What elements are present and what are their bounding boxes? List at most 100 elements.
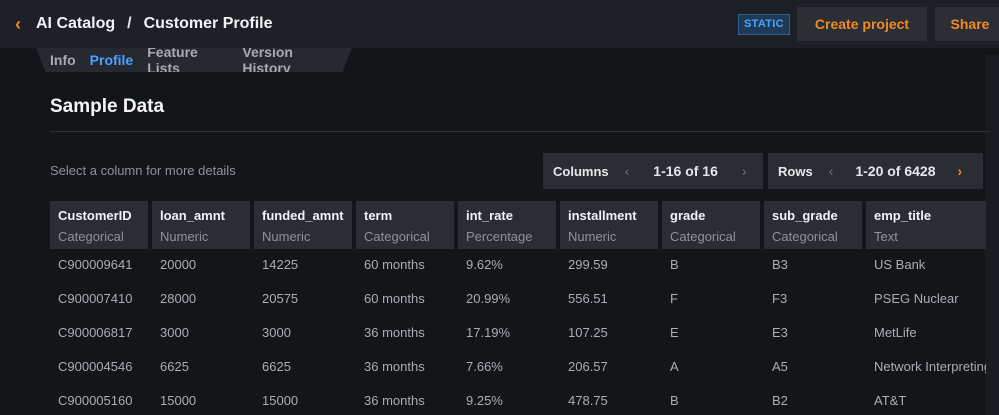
tab-profile[interactable]: Profile <box>90 52 134 68</box>
table-cell: 20575 <box>262 290 299 306</box>
column-name: sub_grade <box>772 208 838 223</box>
column-name: emp_title <box>874 208 932 223</box>
breadcrumb-current: Customer Profile <box>143 15 273 32</box>
table-cell: 7.66% <box>466 358 503 374</box>
table-cell: 36 months <box>364 358 425 374</box>
share-button[interactable]: Share <box>935 7 999 41</box>
breadcrumb: AI Catalog / Customer Profile <box>36 15 273 33</box>
top-bar: ‹ AI Catalog / Customer Profile STATIC C… <box>0 0 999 48</box>
table-cell: E <box>670 324 679 340</box>
table-cell: PSEG Nuclear <box>874 290 959 306</box>
rows-range: 1-20 of 6428 <box>855 163 936 179</box>
page-scrollbar[interactable] <box>985 55 999 415</box>
column-header[interactable]: int_rate Percentage <box>458 201 556 249</box>
breadcrumb-ai-catalog[interactable]: AI Catalog <box>36 15 115 33</box>
create-project-button[interactable]: Create project <box>797 7 927 41</box>
table-cell: B <box>670 392 679 408</box>
column-name: installment <box>568 208 637 223</box>
table-cell: 60 months <box>364 256 425 272</box>
table-cell: A5 <box>772 358 788 374</box>
table-cell: 478.75 <box>568 392 608 408</box>
table-cell: C900007410 <box>58 290 133 306</box>
columns-next-icon[interactable]: › <box>742 163 747 179</box>
table-body: C900009641 20000 14225 60 months 9.62% 299.59… <box>50 247 986 415</box>
table-cell: 17.19% <box>466 324 511 340</box>
column-header[interactable]: emp_title Text <box>866 201 986 249</box>
column-type: Numeric <box>262 229 311 244</box>
column-header[interactable]: CustomerID Categorical <box>50 201 148 249</box>
tab-version-history[interactable]: Version History <box>242 48 338 72</box>
sample-data-table: CustomerID Categorical loan_amnt Numeric fun… <box>50 201 986 415</box>
table-header: CustomerID Categorical loan_amnt Numeric fun… <box>50 201 986 249</box>
tab-bar: Info Profile Feature Lists Version Histo… <box>36 48 352 72</box>
table-row: C900009641 20000 14225 60 months 9.62% 299.59… <box>50 247 980 281</box>
table-row: C900007410 28000 20575 60 months 20.99% 556.5… <box>50 281 980 315</box>
column-name: CustomerID <box>58 208 132 223</box>
tab-feature-lists[interactable]: Feature Lists <box>147 48 228 72</box>
table-row: C900004546 6625 6625 36 months 7.66% 206.57 A A… <box>50 349 986 383</box>
table-cell: 14225 <box>262 256 299 272</box>
table-row: C900005160 15000 15000 36 months 9.25% 478.75… <box>50 383 980 415</box>
table-cell: 556.51 <box>568 290 608 306</box>
column-name: term <box>364 208 393 223</box>
table-cell: 20000 <box>160 256 197 272</box>
table-cell: F <box>670 290 678 306</box>
table-cell: C900004546 <box>58 358 133 374</box>
rows-pager-label: Rows <box>778 163 813 179</box>
table-cell: 28000 <box>160 290 197 306</box>
column-name: int_rate <box>466 208 513 223</box>
rows-prev-icon[interactable]: ‹ <box>829 163 834 179</box>
column-header[interactable]: installment Numeric <box>560 201 658 249</box>
columns-prev-icon[interactable]: ‹ <box>625 163 630 179</box>
table-cell: 6625 <box>262 358 291 374</box>
table-cell: 36 months <box>364 324 425 340</box>
table-cell: 15000 <box>262 392 299 408</box>
column-type: Categorical <box>58 229 124 244</box>
table-cell: 15000 <box>160 392 197 408</box>
table-cell: 20.99% <box>466 290 511 306</box>
column-header[interactable]: grade Categorical <box>662 201 760 249</box>
table-cell: Network Interpreting <box>874 358 986 374</box>
column-type: Categorical <box>772 229 838 244</box>
table-cell: 6625 <box>160 358 189 374</box>
table-cell: F3 <box>772 290 788 306</box>
table-cell: B3 <box>772 256 788 272</box>
column-name: grade <box>670 208 706 223</box>
table-cell: MetLife <box>874 324 917 340</box>
table-cell: C900005160 <box>58 392 133 408</box>
column-header[interactable]: term Categorical <box>356 201 454 249</box>
divider <box>50 131 990 132</box>
table-row: C900006817 3000 3000 36 months 17.19% 107.25 E… <box>50 315 980 349</box>
rows-pager: Rows ‹ 1-20 of 6428 › <box>768 153 983 189</box>
static-badge: STATIC <box>738 14 790 35</box>
column-type: Categorical <box>364 229 430 244</box>
table-cell: 36 months <box>364 392 425 408</box>
column-name: loan_amnt <box>160 208 226 223</box>
column-header[interactable]: loan_amnt Numeric <box>152 201 250 249</box>
column-type: Numeric <box>568 229 617 244</box>
table-cell: AT&T <box>874 392 907 408</box>
section-title: Sample Data <box>50 96 165 117</box>
table-cell: B <box>670 256 679 272</box>
column-type: Numeric <box>160 229 209 244</box>
column-type: Text <box>874 229 898 244</box>
column-header[interactable]: sub_grade Categorical <box>764 201 862 249</box>
column-name: funded_amnt <box>262 208 344 223</box>
columns-range: 1-16 of 16 <box>653 163 718 179</box>
tab-info[interactable]: Info <box>50 52 76 68</box>
column-type: Categorical <box>670 229 736 244</box>
breadcrumb-separator: / <box>127 15 132 32</box>
table-cell: 206.57 <box>568 358 608 374</box>
columns-pager: Columns ‹ 1-16 of 16 › <box>543 153 763 189</box>
column-type: Percentage <box>466 229 533 244</box>
rows-next-icon[interactable]: › <box>958 163 963 179</box>
column-header[interactable]: funded_amnt Numeric <box>254 201 352 249</box>
back-chevron-icon[interactable]: ‹ <box>0 0 36 48</box>
table-cell: C900009641 <box>58 256 133 272</box>
table-cell: 3000 <box>160 324 189 340</box>
table-cell: 107.25 <box>568 324 608 340</box>
table-cell: B2 <box>772 392 788 408</box>
table-cell: 60 months <box>364 290 425 306</box>
table-cell: 3000 <box>262 324 291 340</box>
table-cell: 299.59 <box>568 256 608 272</box>
